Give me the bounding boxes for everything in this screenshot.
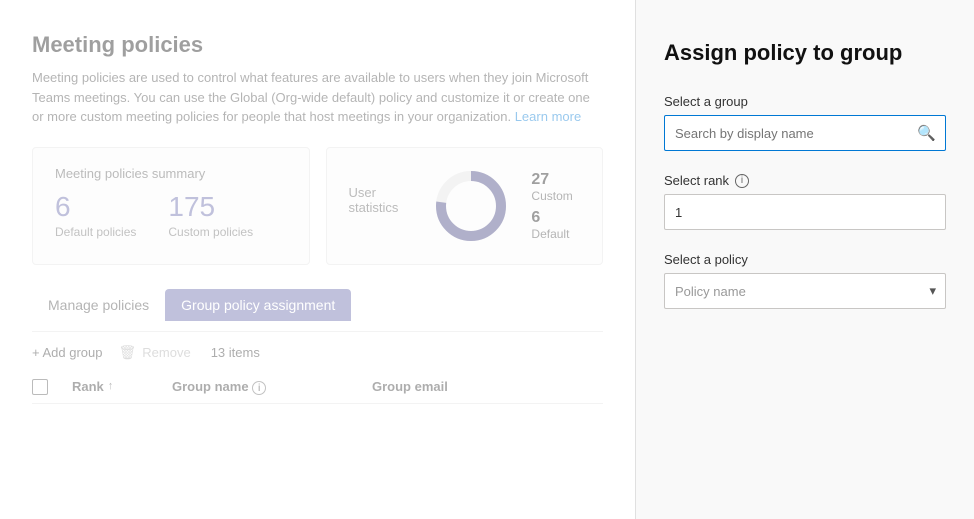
col-rank-header: Rank ↑ [72, 379, 172, 396]
default-count: 6 [55, 193, 136, 221]
col-group-name-header: Group name i [172, 379, 372, 396]
select-group-group: Select a group 🔍 [664, 94, 946, 151]
sort-icon: ↑ [108, 380, 114, 392]
select-rank-label: Select rank i [664, 173, 946, 188]
group-name-col-label: Group name [172, 379, 249, 394]
add-group-label: + Add group [32, 345, 102, 360]
default-users-value: 6 [531, 209, 540, 226]
legend-default: 6 Default [531, 209, 580, 241]
tab-group-policy-assignment[interactable]: Group policy assignment [165, 289, 351, 321]
legend-custom: 27 Custom [531, 171, 580, 203]
rank-info-icon[interactable]: i [735, 174, 749, 188]
panel-title: Assign policy to group [664, 40, 946, 66]
add-group-button[interactable]: + Add group [32, 345, 102, 360]
group-email-col-label: Group email [372, 379, 448, 394]
custom-users-value: 27 [531, 171, 549, 188]
custom-count: 175 [168, 193, 253, 221]
custom-users-label: Custom [531, 189, 572, 203]
toolbar: + Add group 🗑 Remove 13 items [32, 331, 603, 371]
trash-icon: 🗑 [118, 344, 136, 361]
rank-input[interactable] [664, 194, 946, 230]
right-panel: Assign policy to group Select a group 🔍 … [635, 0, 974, 519]
tab-manage-policies[interactable]: Manage policies [32, 289, 165, 321]
remove-button[interactable]: 🗑 Remove [118, 344, 190, 361]
default-users-label: Default [531, 227, 569, 241]
custom-stat: 175 Custom policies [168, 193, 253, 239]
summary-cards: Meeting policies summary 6 Default polic… [32, 147, 603, 265]
col-group-email-header: Group email [372, 379, 603, 396]
select-rank-group: Select rank i [664, 173, 946, 230]
default-stat: 6 Default policies [55, 193, 136, 239]
policies-summary-title: Meeting policies summary [55, 166, 287, 181]
search-group-input[interactable] [664, 115, 946, 151]
policy-select[interactable]: Policy name [664, 273, 946, 309]
user-stats-title: User statistics [349, 185, 412, 215]
rank-col-label: Rank [72, 379, 104, 394]
select-policy-label: Select a policy [664, 252, 946, 267]
learn-more-link[interactable]: Learn more [515, 109, 581, 124]
group-name-info-icon[interactable]: i [252, 381, 266, 395]
page-description: Meeting policies are used to control wha… [32, 68, 603, 127]
policies-summary-card: Meeting policies summary 6 Default polic… [32, 147, 310, 265]
tabs-row: Manage policies Group policy assignment [32, 289, 603, 321]
user-stats-card: User statistics 27 Custom 6 Default [326, 147, 604, 265]
stats-legend: 27 Custom 6 Default [531, 171, 580, 241]
table-header: Rank ↑ Group name i Group email [32, 371, 603, 405]
policy-select-wrapper: Policy name ▾ [664, 273, 946, 309]
main-panel: Meeting policies Meeting policies are us… [0, 0, 635, 519]
page-title: Meeting policies [32, 32, 603, 58]
select-group-label: Select a group [664, 94, 946, 109]
donut-chart [431, 166, 511, 246]
col-check-header [32, 379, 72, 396]
policies-stats: 6 Default policies 175 Custom policies [55, 193, 287, 239]
select-policy-group: Select a policy Policy name ▾ [664, 252, 946, 309]
items-count: 13 items [211, 345, 260, 360]
description-text: Meeting policies are used to control wha… [32, 70, 590, 124]
custom-label: Custom policies [168, 225, 253, 239]
default-label: Default policies [55, 225, 136, 239]
search-group-wrapper: 🔍 [664, 115, 946, 151]
remove-label: Remove [142, 345, 190, 360]
